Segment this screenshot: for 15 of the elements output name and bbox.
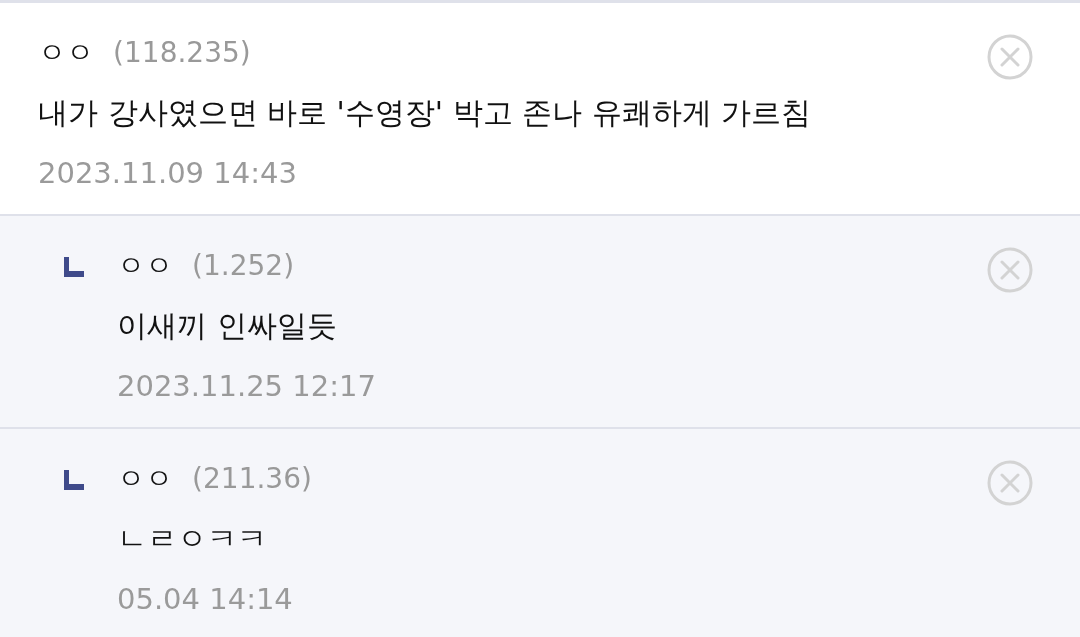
comment-date: 2023.11.09 14:43 <box>38 155 298 192</box>
comment-text: 이새끼 인싸일듯 <box>117 307 338 345</box>
delete-button[interactable] <box>986 246 1034 294</box>
author-name: ㅇㅇ <box>38 36 94 69</box>
ip-address: (1.252) <box>192 249 295 282</box>
author-name: ㅇㅇ <box>117 249 173 282</box>
author-name: ㅇㅇ <box>117 462 173 495</box>
comment-date: 05.04 14:14 <box>117 581 294 618</box>
comment-text: ㄴㄹㅇㅋㅋ <box>117 520 268 558</box>
delete-button[interactable] <box>986 459 1034 507</box>
ip-address: (118.235) <box>113 36 251 69</box>
comment-date: 2023.11.25 12:17 <box>117 368 377 405</box>
comment-text: 내가 강사였으면 바로 '수영장' 박고 존나 유쾌하게 가르침 <box>38 94 813 132</box>
ip-address: (211.36) <box>192 462 312 495</box>
delete-button[interactable] <box>986 33 1034 81</box>
